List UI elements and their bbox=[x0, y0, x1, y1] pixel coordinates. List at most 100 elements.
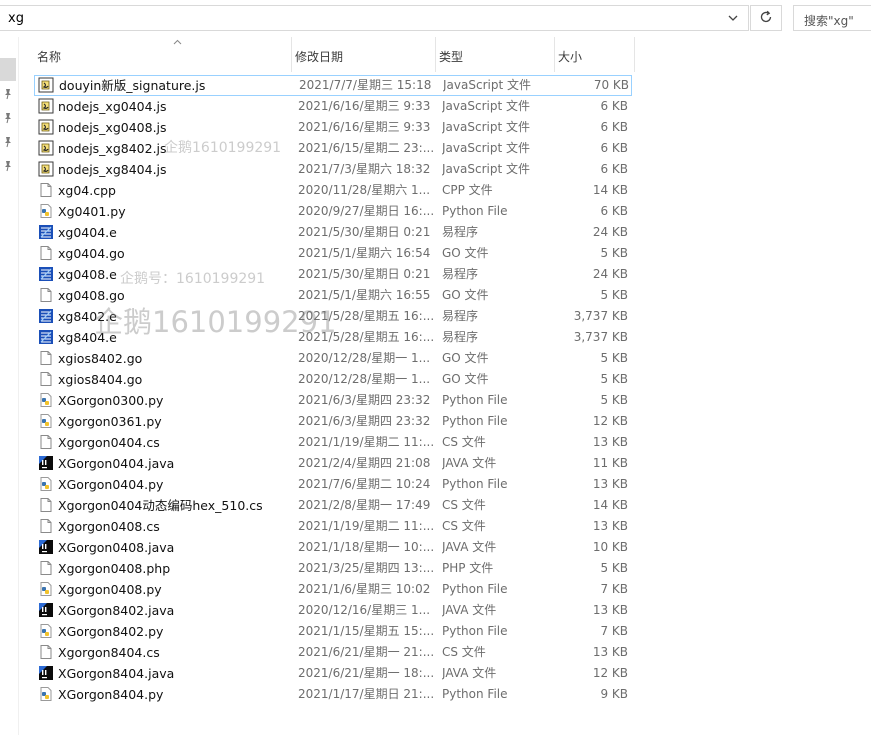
search-box[interactable]: 搜索"xg" bbox=[793, 5, 871, 31]
file-row[interactable]: xg0404.e 2021/5/30/星期日 0:21 易程序 24 KB bbox=[34, 222, 632, 243]
file-row[interactable]: xg04.cpp 2020/11/28/星期六 1... CPP 文件 14 KB bbox=[34, 180, 632, 201]
file-size: 13 KB bbox=[592, 645, 628, 659]
file-row[interactable]: xg0408.go 2021/5/1/星期六 16:55 GO 文件 5 KB bbox=[34, 285, 632, 306]
file-date: 2021/3/25/星期四 13:... bbox=[298, 561, 435, 575]
file-size: 14 KB bbox=[592, 183, 628, 197]
file-size: 5 KB bbox=[600, 246, 628, 260]
column-type-header[interactable]: 类型 bbox=[436, 37, 555, 72]
pin-icon[interactable] bbox=[3, 112, 13, 124]
file-type: JavaScript 文件 bbox=[442, 141, 530, 155]
search-input[interactable]: 搜索"xg" bbox=[804, 12, 854, 29]
file-name: XGorgon8404.java bbox=[58, 666, 175, 681]
file-name: xg8404.e bbox=[58, 330, 117, 345]
file-size: 13 KB bbox=[592, 519, 628, 533]
file-name: xg04.cpp bbox=[58, 183, 116, 198]
file-type: CS 文件 bbox=[442, 498, 486, 512]
file-row[interactable]: Xgorgon8404.cs 2021/6/21/星期一 21:... CS 文件 1… bbox=[34, 642, 632, 663]
chevron-down-icon[interactable] bbox=[725, 10, 741, 26]
file-date: 2021/6/15/星期二 23:... bbox=[298, 141, 435, 155]
blank-file-icon bbox=[38, 644, 54, 660]
file-row[interactable]: Xgorgon0361.py 2021/6/3/星期四 23:32 Python F… bbox=[34, 411, 632, 432]
file-type: JavaScript 文件 bbox=[443, 78, 531, 92]
file-row[interactable]: xg8402.e 2021/5/28/星期五 16:... 易程序 3,737 KB bbox=[34, 306, 632, 327]
file-row[interactable]: Xgorgon0404.cs 2021/1/19/星期二 11:... CS 文件 1… bbox=[34, 432, 632, 453]
file-date: 2021/1/19/星期二 11:... bbox=[298, 519, 435, 533]
file-date: 2021/7/7/星期三 15:18 bbox=[299, 78, 432, 92]
file-row[interactable]: xg0404.go 2021/5/1/星期六 16:54 GO 文件 5 KB bbox=[34, 243, 632, 264]
file-row[interactable]: XGorgon0408.java 2021/1/18/星期一 10:... JAVA… bbox=[34, 537, 632, 558]
file-name: xg0404.e bbox=[58, 225, 117, 240]
file-row[interactable]: xg8404.e 2021/5/28/星期五 16:... 易程序 3,737 KB bbox=[34, 327, 632, 348]
file-row[interactable]: xgios8404.go 2020/12/28/星期一 1... GO 文件 5 KB bbox=[34, 369, 632, 390]
java-file-icon bbox=[38, 665, 54, 681]
file-list: douyin新版_signature.js 2021/7/7/星期三 15:18 J… bbox=[34, 75, 634, 705]
file-type: PHP 文件 bbox=[442, 561, 494, 575]
file-type: GO 文件 bbox=[442, 246, 489, 260]
file-size: 5 KB bbox=[600, 288, 628, 302]
file-row[interactable]: XGorgon0300.py 2021/6/3/星期四 23:32 Python F… bbox=[34, 390, 632, 411]
file-name: Xgorgon0404.cs bbox=[58, 435, 160, 450]
file-size: 11 KB bbox=[592, 456, 628, 470]
file-name: Xgorgon0408.py bbox=[58, 582, 162, 597]
file-date: 2020/9/27/星期日 16:... bbox=[298, 204, 435, 218]
file-size: 9 KB bbox=[600, 687, 628, 701]
file-date: 2021/1/19/星期二 11:... bbox=[298, 435, 435, 449]
file-row[interactable]: Xg0401.py 2020/9/27/星期日 16:... Python File… bbox=[34, 201, 632, 222]
refresh-button[interactable] bbox=[750, 5, 782, 31]
column-date-header[interactable]: 修改日期 bbox=[292, 37, 436, 72]
file-size: 6 KB bbox=[600, 162, 628, 176]
file-row[interactable]: nodejs_xg0408.js 2021/6/16/星期三 9:33 JavaSc… bbox=[34, 117, 632, 138]
js-file-icon bbox=[38, 140, 54, 156]
file-row[interactable]: XGorgon8402.java 2020/12/16/星期三 1... JAVA … bbox=[34, 600, 632, 621]
python-file-icon bbox=[38, 686, 54, 702]
pin-icon[interactable] bbox=[3, 88, 13, 100]
file-row[interactable]: XGorgon0404.py 2021/7/6/星期二 10:24 Python F… bbox=[34, 474, 632, 495]
js-file-icon bbox=[38, 161, 54, 177]
file-size: 6 KB bbox=[600, 99, 628, 113]
file-row[interactable]: nodejs_xg8404.js 2021/7/3/星期六 18:32 JavaSc… bbox=[34, 159, 632, 180]
file-size: 13 KB bbox=[592, 603, 628, 617]
file-row[interactable]: XGorgon8404.py 2021/1/17/星期日 21:... Python… bbox=[34, 684, 632, 705]
file-row[interactable]: nodejs_xg0404.js 2021/6/16/星期三 9:33 JavaSc… bbox=[34, 96, 632, 117]
address-path[interactable]: xg bbox=[8, 11, 24, 26]
file-row[interactable]: Xgorgon0404动态编码hex_510.cs 2021/2/8/星期一 17… bbox=[34, 495, 632, 516]
file-type: JavaScript 文件 bbox=[442, 120, 530, 134]
file-row[interactable]: douyin新版_signature.js 2021/7/7/星期三 15:18 J… bbox=[34, 75, 632, 96]
file-name: xg0408.go bbox=[58, 288, 125, 303]
file-type: Python File bbox=[442, 477, 508, 491]
column-size-label: 大小 bbox=[558, 50, 583, 64]
file-type: CS 文件 bbox=[442, 435, 486, 449]
file-size: 5 KB bbox=[600, 351, 628, 365]
file-row[interactable]: Xgorgon0408.cs 2021/1/19/星期二 11:... CS 文件 1… bbox=[34, 516, 632, 537]
file-type: 易程序 bbox=[442, 267, 479, 281]
file-row[interactable]: XGorgon8404.java 2021/6/21/星期一 18:... JAVA… bbox=[34, 663, 632, 684]
file-row[interactable]: Xgorgon0408.py 2021/1/6/星期三 10:02 Python F… bbox=[34, 579, 632, 600]
python-file-icon bbox=[38, 203, 54, 219]
pin-icon[interactable] bbox=[3, 160, 13, 172]
file-row[interactable]: xg0408.e 2021/5/30/星期日 0:21 易程序 24 KB bbox=[34, 264, 632, 285]
nav-selected-item[interactable] bbox=[0, 58, 16, 81]
file-row[interactable]: Xgorgon0408.php 2021/3/25/星期四 13:... PHP 文… bbox=[34, 558, 632, 579]
file-type: CPP 文件 bbox=[442, 183, 493, 197]
file-type: 易程序 bbox=[442, 225, 479, 239]
file-row[interactable]: XGorgon0404.java 2021/2/4/星期四 21:08 JAVA 文… bbox=[34, 453, 632, 474]
e-file-icon bbox=[38, 266, 54, 282]
python-file-icon bbox=[38, 413, 54, 429]
file-row[interactable]: nodejs_xg8402.js 2021/6/15/星期二 23:... Java… bbox=[34, 138, 632, 159]
column-name-header[interactable]: 名称 bbox=[34, 37, 292, 72]
blank-file-icon bbox=[38, 350, 54, 366]
file-name: XGorgon0408.java bbox=[58, 540, 175, 555]
file-name: Xgorgon0404动态编码hex_510.cs bbox=[58, 498, 263, 513]
pin-icon[interactable] bbox=[3, 136, 13, 148]
file-size: 6 KB bbox=[600, 141, 628, 155]
file-name: xgios8402.go bbox=[58, 351, 143, 366]
js-file-icon bbox=[38, 119, 54, 135]
file-size: 6 KB bbox=[600, 120, 628, 134]
column-size-header[interactable]: 大小 bbox=[555, 37, 635, 72]
file-size: 5 KB bbox=[600, 372, 628, 386]
file-type: JAVA 文件 bbox=[442, 666, 497, 680]
file-row[interactable]: xgios8402.go 2020/12/28/星期一 1... GO 文件 5 KB bbox=[34, 348, 632, 369]
address-bar[interactable]: xg bbox=[0, 5, 749, 31]
file-row[interactable]: XGorgon8402.py 2021/1/15/星期五 15:... Python… bbox=[34, 621, 632, 642]
file-name: Xgorgon8404.cs bbox=[58, 645, 160, 660]
